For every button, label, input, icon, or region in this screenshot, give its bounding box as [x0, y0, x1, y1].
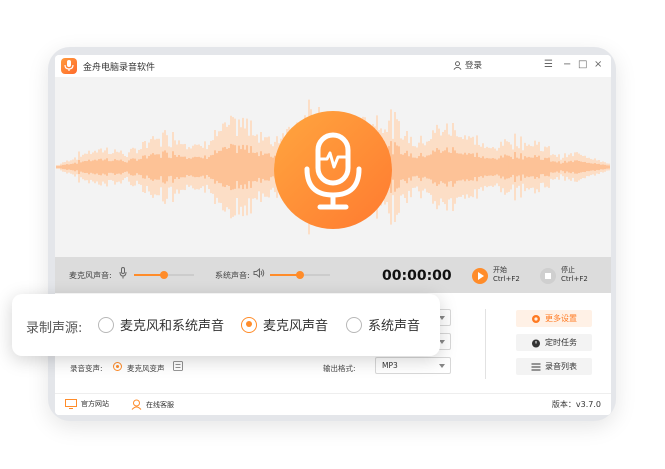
voice-change-value[interactable]: 麦克风变声 — [127, 363, 165, 374]
website-label: 官方网站 — [81, 400, 109, 408]
record-list-button[interactable]: 录音列表 — [516, 358, 592, 375]
start-hotkey: Ctrl+F2 — [493, 274, 520, 283]
login-link[interactable]: 登录 — [453, 59, 482, 71]
stop-icon — [545, 273, 551, 279]
title-bar: 金舟电脑录音软件 登录 ☰ − □ × — [55, 55, 611, 77]
list-icon — [531, 363, 541, 370]
footer: 官方网站 在线客服 版本：v3.7.0 — [55, 393, 611, 415]
user-icon — [453, 60, 462, 70]
version-label: 版本：v3.7.0 — [551, 400, 601, 409]
support-label: 在线客服 — [146, 400, 174, 409]
source-radio-1[interactable] — [241, 316, 257, 333]
app-window: 金舟电脑录音软件 登录 ☰ − □ × 麦克风声音: 系统声音: 00:00:0… — [55, 55, 611, 415]
voice-change-radio[interactable] — [113, 362, 122, 371]
output-format-value: MP3 — [382, 361, 398, 370]
source-option-mic-and-system[interactable]: 麦克风和系统声音 — [98, 315, 224, 334]
record-list-label: 录音列表 — [545, 362, 577, 371]
login-label: 登录 — [465, 61, 483, 71]
record-microphone-icon[interactable] — [274, 111, 392, 229]
system-volume-label: 系统声音: — [215, 271, 250, 280]
source-radio-2[interactable] — [346, 316, 362, 333]
system-volume-knob[interactable] — [296, 271, 304, 279]
recording-source-label: 录制声源: — [26, 321, 83, 336]
close-button[interactable]: × — [594, 59, 602, 71]
recording-source-popup: 录制声源: 麦克风和系统声音 麦克风声音 系统声音 — [12, 294, 440, 356]
more-settings-button[interactable]: 更多设置 — [516, 310, 592, 327]
start-label: 开始 — [493, 266, 507, 274]
voice-change-label: 录音变声: — [70, 364, 103, 373]
source-option-mic[interactable]: 麦克风声音 — [241, 315, 328, 334]
source-option-label: 麦克风和系统声音 — [120, 319, 225, 334]
scheduled-task-label: 定时任务 — [545, 338, 577, 347]
settings-divider — [485, 309, 486, 379]
mic-volume-label: 麦克风声音: — [69, 271, 112, 280]
monitor-icon — [65, 399, 77, 409]
source-option-label: 麦克风声音 — [263, 319, 329, 334]
source-option-label: 系统声音 — [368, 319, 421, 334]
stop-text[interactable]: 停止 Ctrl+F2 — [561, 266, 588, 283]
source-option-system[interactable]: 系统声音 — [346, 315, 420, 334]
start-button[interactable] — [472, 268, 488, 284]
mic-volume-slider[interactable] — [134, 271, 194, 279]
output-format-select[interactable]: MP3 — [375, 357, 451, 374]
minimize-button[interactable]: − — [563, 59, 571, 71]
source-radio-0[interactable] — [98, 316, 114, 333]
gear-icon — [532, 314, 540, 323]
timer-icon — [532, 339, 540, 347]
support-link[interactable]: 在线客服 — [131, 399, 174, 410]
app-logo-icon — [61, 58, 77, 74]
waveform-area — [55, 77, 611, 257]
recording-timer: 00:00:00 — [382, 268, 452, 284]
stop-label: 停止 — [561, 266, 575, 274]
stop-hotkey: Ctrl+F2 — [561, 274, 588, 283]
headset-icon — [131, 399, 142, 410]
app-title: 金舟电脑录音软件 — [83, 63, 156, 73]
scheduled-task-button[interactable]: 定时任务 — [516, 334, 592, 351]
system-volume-slider[interactable] — [270, 271, 330, 279]
output-format-label: 输出格式: — [323, 364, 356, 373]
maximize-button[interactable]: □ — [578, 59, 587, 71]
microphone-icon — [119, 267, 127, 279]
more-settings-label: 更多设置 — [545, 314, 577, 323]
recording-control-bar: 麦克风声音: 系统声音: 00:00:00 开始 Ctrl+F2 停止 Ctrl… — [55, 257, 611, 293]
stop-button[interactable] — [540, 268, 556, 284]
speaker-icon — [253, 268, 265, 278]
voice-settings-icon[interactable] — [173, 361, 183, 371]
chevron-down-icon — [439, 364, 445, 368]
start-text[interactable]: 开始 Ctrl+F2 — [493, 266, 520, 283]
mic-volume-knob[interactable] — [160, 271, 168, 279]
menu-icon[interactable]: ☰ — [544, 59, 553, 71]
play-icon — [478, 272, 484, 280]
website-link[interactable]: 官方网站 — [65, 399, 109, 409]
